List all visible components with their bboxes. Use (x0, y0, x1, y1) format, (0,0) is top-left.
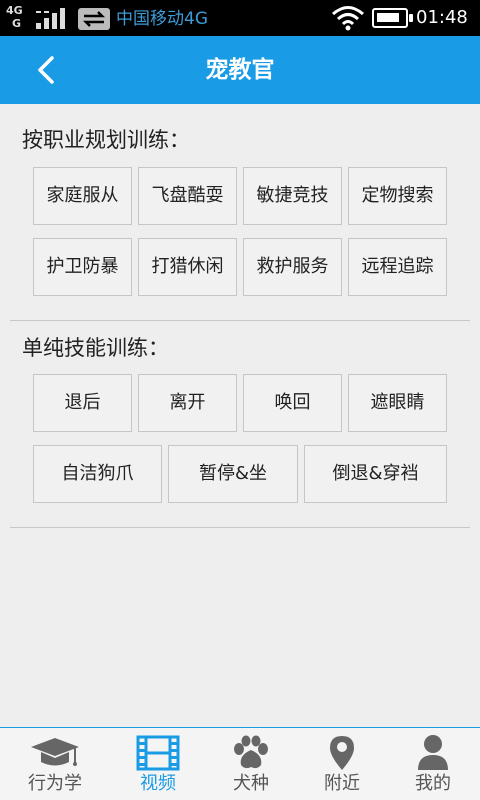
training-button-guard[interactable]: 护卫防暴 (33, 238, 132, 296)
section-title-career: 按职业规划训练： (22, 128, 190, 152)
status-time: 01:48 (416, 7, 468, 28)
tab-mine[interactable]: 我的 (385, 728, 480, 800)
film-icon (136, 735, 180, 771)
bottom-tab-bar: 行为学 视频 犬种 附近 我的 (0, 727, 480, 800)
network-type: 4G (6, 4, 23, 17)
skill-button-back-up[interactable]: 退后 (33, 374, 132, 432)
skill-button-pause-sit[interactable]: 暂停&坐 (168, 445, 298, 503)
tab-label: 行为学 (28, 773, 82, 794)
skill-button-leave[interactable]: 离开 (138, 374, 237, 432)
data-transfer-icon (78, 8, 110, 30)
back-button[interactable] (22, 50, 72, 90)
status-bar: 4G G 中国移动4G 01:48 (0, 0, 480, 36)
page-title: 宠教官 (205, 57, 275, 83)
training-button-frisbee[interactable]: 飞盘酷耍 (138, 167, 237, 225)
tab-video[interactable]: 视频 (110, 728, 206, 800)
training-button-hunting[interactable]: 打猎休闲 (138, 238, 237, 296)
carrier-name: 中国移动4G (116, 9, 208, 29)
battery-icon (372, 8, 413, 28)
tab-label: 视频 (140, 773, 176, 794)
location-pin-icon (330, 736, 354, 770)
tab-label: 犬种 (233, 773, 269, 794)
training-button-agility[interactable]: 敏捷竞技 (243, 167, 342, 225)
training-button-object-search[interactable]: 定物搜索 (348, 167, 447, 225)
training-button-tracking[interactable]: 远程追踪 (348, 238, 447, 296)
network-sub: G (12, 17, 22, 30)
skill-button-recall[interactable]: 唤回 (243, 374, 342, 432)
app-header: 宠教官 (0, 36, 480, 104)
wifi-icon (332, 6, 364, 31)
tab-behavior[interactable]: 行为学 (7, 728, 103, 800)
tab-label: 附近 (324, 773, 360, 794)
training-button-family-obedience[interactable]: 家庭服从 (33, 167, 132, 225)
paw-icon (234, 735, 268, 769)
tab-nearby[interactable]: 附近 (294, 728, 390, 800)
section-title-skills: 单纯技能训练： (22, 336, 169, 360)
section-divider (10, 320, 470, 321)
tab-breeds[interactable]: 犬种 (203, 728, 299, 800)
skill-button-reverse-weave[interactable]: 倒退&穿裆 (304, 445, 447, 503)
training-button-rescue[interactable]: 救护服务 (243, 238, 342, 296)
tab-label: 我的 (415, 773, 451, 794)
graduation-cap-icon (31, 738, 79, 766)
skill-button-clean-paws[interactable]: 自洁狗爪 (33, 445, 162, 503)
skill-button-cover-eyes[interactable]: 遮眼睛 (348, 374, 447, 432)
chevron-left-icon (38, 56, 54, 84)
cellular-signal: 4G G (6, 5, 74, 31)
signal-bars-icon (36, 8, 65, 29)
user-icon (418, 735, 448, 770)
section-divider (10, 527, 470, 528)
